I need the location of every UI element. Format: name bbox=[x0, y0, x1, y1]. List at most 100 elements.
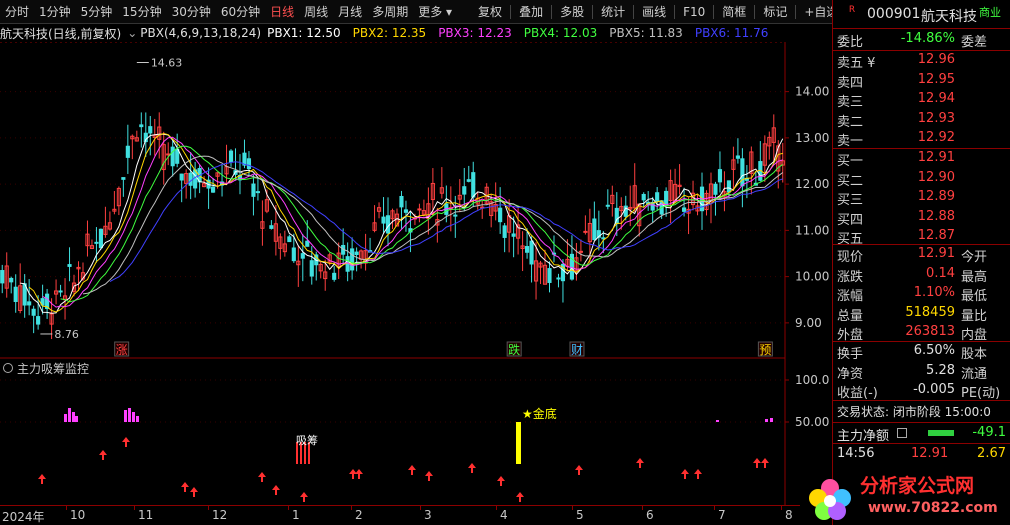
sector-tag: 商业 bbox=[979, 6, 1001, 19]
tool-button-4[interactable]: 画线 bbox=[637, 0, 671, 24]
toolbar-divider bbox=[592, 4, 594, 19]
candle-body bbox=[556, 277, 561, 280]
quote-4-value: 263813 bbox=[905, 324, 955, 339]
period-tab-10[interactable]: 更多 ▾ bbox=[413, 0, 457, 24]
pbx-values: PBX1: 12.50 PBX2: 12.35 PBX3: 12.23 PBX4: 1… bbox=[267, 26, 780, 40]
candle-body bbox=[502, 225, 507, 238]
price-chart[interactable]: 14.00 13.00 12.00 11.00 10.00 9.00 14.63 8.76 涨 跌… bbox=[0, 42, 830, 505]
candle-body bbox=[466, 179, 471, 182]
collapse-icon[interactable] bbox=[3, 363, 13, 373]
net-amount-menu-icon[interactable] bbox=[897, 428, 907, 438]
period-tab-2[interactable]: 5分钟 bbox=[76, 0, 118, 24]
indicator-tick-label: 100.0 bbox=[795, 373, 829, 387]
indicator-bar bbox=[75, 416, 78, 422]
candle-body bbox=[655, 192, 660, 202]
panel-divider bbox=[833, 148, 1010, 149]
candle-body bbox=[291, 247, 296, 262]
tool-button-3[interactable]: 统计 bbox=[596, 0, 630, 24]
ask-3: 卖三 12.94 bbox=[833, 91, 1010, 110]
buy-arrow-icon bbox=[425, 471, 433, 481]
buy-arrow-icon bbox=[38, 474, 46, 484]
candle-body bbox=[193, 169, 198, 189]
toolbar-divider bbox=[754, 4, 756, 19]
stat-2-right: PE(动) bbox=[961, 386, 1001, 401]
candle-body bbox=[309, 260, 314, 277]
tool-button-5[interactable]: F10 bbox=[678, 0, 710, 24]
price-tick-label: 11.00 bbox=[795, 223, 829, 237]
indicator-params[interactable]: PBX(4,6,9,13,18,24) bbox=[140, 26, 261, 40]
ask-5-label: 卖五 ¥ bbox=[837, 56, 876, 71]
bid-2: 买二 12.90 bbox=[833, 170, 1010, 189]
stat-0: 换手 6.50% 股本 bbox=[833, 343, 1010, 362]
price-tick-label: 12.00 bbox=[795, 177, 829, 191]
candle-body bbox=[228, 150, 234, 163]
quote-0-value: 12.91 bbox=[917, 246, 955, 261]
stat-2-label: 收益(-) bbox=[837, 386, 878, 401]
time-axis-tick bbox=[134, 506, 135, 510]
time-axis-label: 7 bbox=[718, 508, 726, 522]
indicator-tick-label: 50.00 bbox=[795, 415, 829, 429]
bid-1-value: 12.91 bbox=[917, 150, 955, 165]
buy-arrow-icon bbox=[468, 463, 476, 473]
candle-body bbox=[399, 195, 404, 208]
ask-2: 卖二 12.93 bbox=[833, 111, 1010, 130]
tool-button-7[interactable]: 标记 bbox=[758, 0, 792, 24]
period-tab-6[interactable]: 日线 bbox=[265, 0, 299, 24]
stat-1-label: 净资 bbox=[837, 366, 864, 382]
r-logo-icon: R bbox=[848, 5, 856, 15]
ask-2-value: 12.93 bbox=[917, 110, 955, 126]
indicator-bar bbox=[136, 416, 139, 422]
gold-bottom-label: ★金底 bbox=[522, 406, 557, 421]
bid-1-label: 买一 bbox=[837, 154, 864, 169]
candle-body bbox=[251, 183, 256, 197]
candle-body bbox=[354, 251, 359, 256]
tool-button-6[interactable]: 简框 bbox=[717, 0, 751, 24]
stat-0-right: 股本 bbox=[961, 347, 988, 362]
candle-body bbox=[453, 214, 458, 217]
tool-button-0[interactable]: 复权 bbox=[473, 0, 507, 24]
panel-divider bbox=[833, 341, 1010, 342]
tool-button-1[interactable]: 叠加 bbox=[514, 0, 548, 24]
period-tab-3[interactable]: 15分钟 bbox=[117, 0, 166, 24]
period-tab-7[interactable]: 周线 bbox=[299, 0, 333, 24]
pbx-value-6: PBX6: 11.76 bbox=[694, 26, 769, 40]
quote-0: 现价 12.91 今开 bbox=[833, 246, 1010, 265]
bid-4-value: 12.88 bbox=[917, 208, 955, 224]
low-label: 8.76 bbox=[54, 328, 79, 341]
quote-3: 总量 518459 量比 bbox=[833, 305, 1010, 324]
candle-body bbox=[592, 218, 597, 241]
period-tab-1[interactable]: 1分钟 bbox=[34, 0, 76, 24]
period-tab-4[interactable]: 30分钟 bbox=[167, 0, 216, 24]
candle-body bbox=[529, 240, 534, 265]
pbx-value-5: PBX5: 11.83 bbox=[609, 26, 683, 40]
candle-body bbox=[98, 228, 103, 249]
panel-divider bbox=[833, 244, 1010, 245]
buy-arrow-icon bbox=[355, 469, 363, 479]
buy-arrow-icon bbox=[272, 485, 280, 495]
time-axis-tick bbox=[351, 506, 352, 510]
period-tab-0[interactable]: 分时 bbox=[0, 0, 34, 24]
chevron-down-icon[interactable]: ⌄ bbox=[127, 26, 137, 40]
chart-title: 航天科技(日线,前复权) bbox=[0, 26, 122, 41]
tool-button-2[interactable]: 多股 bbox=[555, 0, 589, 24]
stock-code: 000901 bbox=[867, 6, 921, 22]
period-tab-9[interactable]: 多周期 bbox=[367, 0, 413, 24]
panel-divider bbox=[833, 50, 1010, 51]
indicator-bar bbox=[64, 414, 67, 422]
indicator-bar bbox=[765, 419, 768, 422]
quote-1-right: 最高 bbox=[961, 269, 988, 285]
candle-body bbox=[601, 237, 606, 240]
watermark-url: www.70822.com bbox=[868, 500, 998, 516]
watermark: 分析家公式网 www.70822.com bbox=[800, 470, 1010, 525]
buy-arrow-icon bbox=[694, 469, 702, 479]
period-tab-5[interactable]: 60分钟 bbox=[216, 0, 265, 24]
candle-body bbox=[385, 215, 391, 234]
high-label: 14.63 bbox=[151, 56, 183, 69]
buy-arrow-icon bbox=[300, 492, 308, 502]
quote-2-value: 1.10% bbox=[913, 285, 955, 300]
ask-1-label: 卖一 bbox=[837, 134, 864, 149]
period-tab-8[interactable]: 月线 bbox=[333, 0, 367, 24]
weibi-right: 委差 bbox=[961, 35, 988, 50]
candle-body bbox=[462, 186, 467, 195]
stat-0-label: 换手 bbox=[837, 347, 864, 362]
